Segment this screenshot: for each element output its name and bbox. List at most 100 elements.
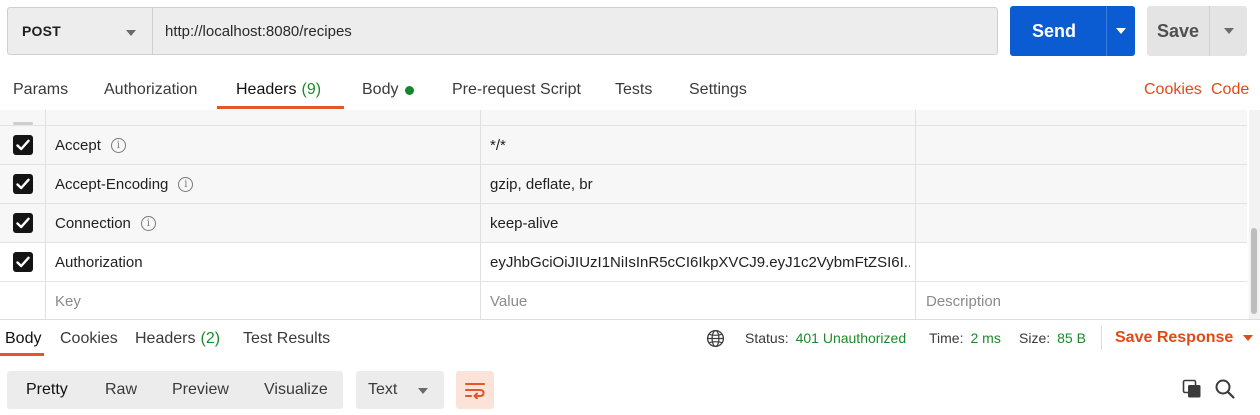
view-visualize-button[interactable]: Visualize <box>264 371 328 409</box>
table-row <box>0 110 1247 126</box>
tab-params[interactable]: Params <box>13 70 68 110</box>
tab-tests[interactable]: Tests <box>615 70 652 110</box>
save-options-button[interactable] <box>1210 6 1247 56</box>
save-button-group: Save <box>1147 6 1247 56</box>
time-readout: Time: 2 ms <box>929 319 1001 357</box>
tab-response-headers-count: (2) <box>200 330 221 347</box>
method-select[interactable]: POST <box>7 7 152 55</box>
save-response-button[interactable]: Save Response <box>1115 319 1254 357</box>
row-checkbox[interactable] <box>12 252 33 272</box>
header-key-cell[interactable]: Accept-Encoding i <box>55 165 475 203</box>
code-link[interactable]: Code <box>1211 70 1249 110</box>
view-raw-button[interactable]: Raw <box>105 371 137 409</box>
header-key-cell[interactable]: Authorization <box>55 243 475 281</box>
format-select[interactable]: Text <box>356 371 444 409</box>
checkmark-icon <box>15 256 30 268</box>
scrollbar-thumb[interactable] <box>1251 228 1257 314</box>
column-divider <box>915 110 916 319</box>
row-checkbox-cell <box>0 243 45 281</box>
chevron-down-icon <box>1243 335 1254 341</box>
header-key-cell[interactable]: Connection i <box>55 204 475 242</box>
tab-authorization-label: Authorization <box>104 81 198 98</box>
tab-response-headers[interactable]: Headers (2) <box>135 320 220 358</box>
header-key: Connection <box>55 214 131 232</box>
view-pretty-button[interactable]: Pretty <box>26 371 68 409</box>
chevron-down-icon <box>1116 28 1126 34</box>
wrap-lines-button[interactable] <box>456 371 494 409</box>
time-value: 2 ms <box>970 330 1001 346</box>
time-label: Time: <box>929 330 964 346</box>
header-key: Authorization <box>55 253 143 271</box>
save-button[interactable]: Save <box>1147 6 1209 56</box>
header-value-cell[interactable]: gzip, deflate, br <box>490 165 910 203</box>
header-key: Accept-Encoding <box>55 175 169 193</box>
tab-response-headers-label: Headers <box>135 330 196 347</box>
column-divider <box>480 110 481 319</box>
size-label: Size: <box>1019 330 1051 346</box>
info-icon[interactable]: i <box>110 137 126 153</box>
tab-prerequest-script[interactable]: Pre-request Script <box>452 70 581 110</box>
tab-tests-label: Tests <box>615 81 653 98</box>
checkmark-icon <box>15 178 30 190</box>
header-value-cell[interactable]: keep-alive <box>490 204 910 242</box>
table-row: Authorization eyJhbGciOiJIUzI1NiIsInR5cC… <box>0 243 1247 282</box>
header-value-cell[interactable]: */* <box>490 126 910 164</box>
tab-prerequest-label: Pre-request Script <box>452 81 581 98</box>
headers-table: Accept i */* Accept-Encoding i gzip, def… <box>0 110 1247 319</box>
table-row: Accept i */* <box>0 126 1247 165</box>
table-row: Connection i keep-alive <box>0 204 1247 243</box>
tab-settings-label: Settings <box>689 81 747 98</box>
info-icon[interactable]: i <box>140 215 156 231</box>
row-checkbox-cell <box>0 165 45 203</box>
tab-response-cookies[interactable]: Cookies <box>60 320 118 358</box>
chevron-down-icon <box>418 388 428 394</box>
send-button[interactable]: Send <box>1010 6 1098 56</box>
checkmark-icon <box>15 217 30 229</box>
tab-headers[interactable]: Headers (9) <box>236 70 321 110</box>
table-row-new: Key Value Description <box>0 282 1247 319</box>
row-checkbox[interactable] <box>12 213 33 233</box>
chevron-down-icon <box>126 30 136 36</box>
size-readout: Size: 85 B <box>1019 319 1086 357</box>
tab-authorization[interactable]: Authorization <box>104 70 197 110</box>
row-checkbox-cell <box>0 126 45 164</box>
table-scrollbar[interactable] <box>1249 110 1260 319</box>
info-icon[interactable]: i <box>178 176 194 192</box>
chevron-down-icon <box>1223 28 1234 34</box>
row-checkbox[interactable] <box>12 174 33 194</box>
checkmark-icon <box>15 139 30 151</box>
tab-headers-count: (9) <box>301 81 322 98</box>
globe-icon[interactable] <box>706 329 725 348</box>
new-value-input[interactable]: Value <box>490 282 910 319</box>
body-indicator-dot <box>405 85 415 95</box>
url-input[interactable]: http://localhost:8080/recipes <box>152 7 998 55</box>
wrap-lines-icon <box>465 383 485 399</box>
row-checkbox-cell <box>0 204 45 242</box>
send-button-group: Send <box>1010 6 1135 56</box>
header-key-cell[interactable]: Accept i <box>55 126 475 164</box>
tab-body-label: Body <box>362 81 399 98</box>
row-checkbox[interactable] <box>12 121 33 125</box>
method-label: POST <box>22 23 61 39</box>
send-options-button[interactable] <box>1107 6 1135 56</box>
row-checkbox[interactable] <box>12 135 33 155</box>
new-key-input[interactable]: Key <box>55 282 475 319</box>
table-row: Accept-Encoding i gzip, deflate, br <box>0 165 1247 204</box>
column-divider <box>45 110 46 319</box>
request-tabs: Params Authorization Headers (9) Body Pr… <box>0 70 1260 110</box>
response-view-toggle: Pretty Raw Preview Visualize <box>7 371 343 409</box>
copy-icon[interactable] <box>1182 379 1202 399</box>
new-description-input[interactable]: Description <box>926 282 1226 319</box>
view-preview-button[interactable]: Preview <box>172 371 229 409</box>
divider <box>1101 326 1102 350</box>
tab-settings[interactable]: Settings <box>689 70 747 110</box>
active-tab-indicator <box>217 106 344 109</box>
tab-body[interactable]: Body <box>362 70 415 110</box>
tab-params-label: Params <box>13 81 69 98</box>
tab-test-results[interactable]: Test Results <box>243 320 330 358</box>
row-checkbox-cell <box>0 110 45 125</box>
header-value-cell[interactable]: eyJhbGciOiJIUzI1NiIsInR5cCI6IkpXVCJ9.eyJ… <box>490 243 910 281</box>
format-label: Text <box>368 381 398 398</box>
cookies-link[interactable]: Cookies <box>1144 70 1202 110</box>
search-icon[interactable] <box>1214 378 1236 400</box>
